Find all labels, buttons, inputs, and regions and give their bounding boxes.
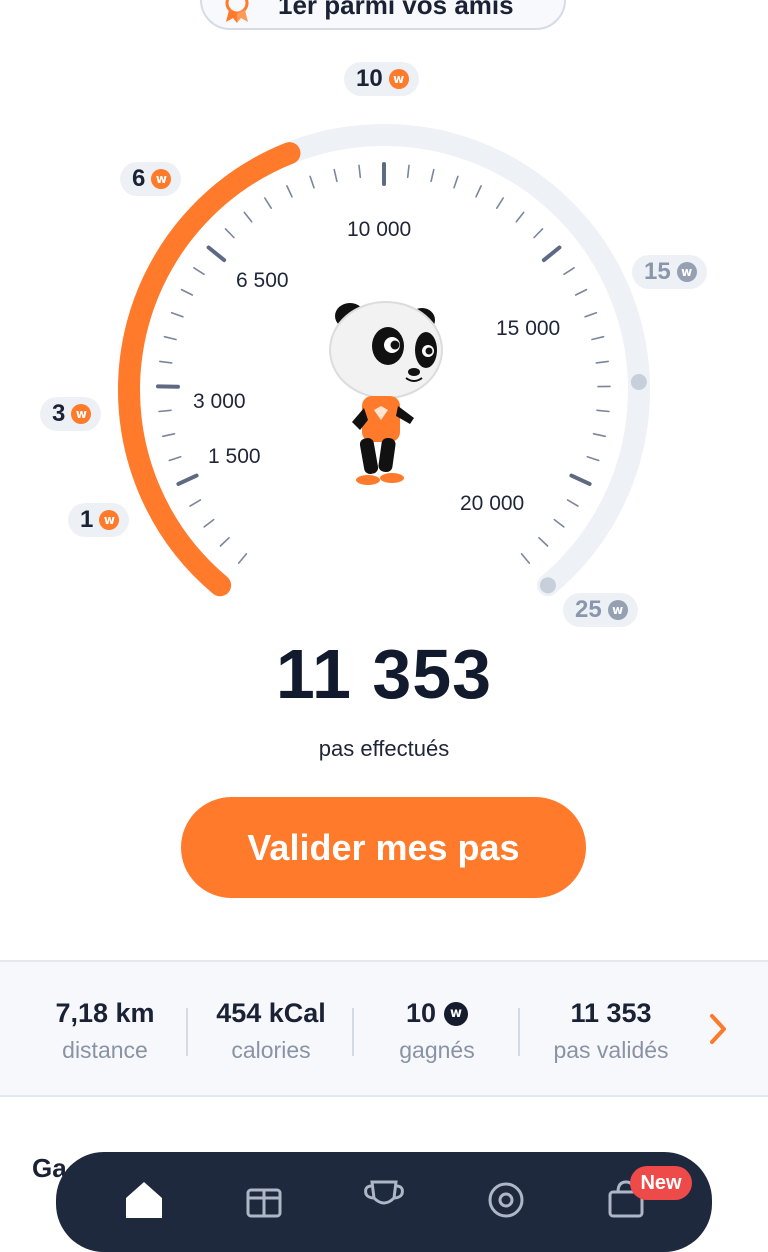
gauge-minor-tick — [431, 170, 434, 182]
gauge-minor-tick — [534, 229, 542, 238]
gauge-minor-tick — [539, 538, 548, 546]
gauge-minor-tick — [172, 313, 183, 317]
gauge-minor-tick — [596, 361, 608, 363]
stat-divider — [518, 1008, 520, 1056]
coin-icon: w — [608, 600, 628, 620]
bottom-tab-bar — [56, 1152, 712, 1252]
gauge-major-tick — [178, 476, 196, 484]
coin-icon: w — [151, 169, 171, 189]
stats-band[interactable]: 7,18 km distance 454 kCal calories 10w g… — [0, 960, 768, 1097]
chevron-right-icon[interactable] — [704, 1012, 732, 1051]
tick-label: 3 000 — [193, 390, 246, 414]
reward-badge-6: 6 w — [120, 162, 181, 196]
tick-label: 20 000 — [460, 492, 524, 516]
gauge-minor-tick — [287, 186, 292, 197]
gauge-minor-tick — [587, 457, 598, 461]
rank-text: 1er parmi vos amis — [278, 0, 514, 21]
gauge-minor-tick — [568, 500, 578, 506]
gauge-minor-tick — [594, 434, 606, 437]
tick-label: 15 000 — [496, 317, 560, 341]
gauge-milestone-dot — [631, 374, 647, 390]
tick-label: 1 500 — [208, 445, 261, 469]
steps-label: pas effectués — [0, 736, 768, 762]
gauge-minor-tick — [163, 434, 175, 437]
friends-rank-pill[interactable]: 1er parmi vos amis — [200, 0, 566, 30]
gauge-minor-tick — [159, 410, 171, 411]
stat-earned: 10w gagnés — [372, 998, 502, 1064]
reward-badge-10: 10 w — [344, 62, 419, 96]
gauge-minor-tick — [182, 290, 193, 295]
gauge-minor-tick — [522, 554, 530, 563]
reward-badge-25: 25 w — [563, 593, 638, 627]
gauge-minor-tick — [265, 198, 271, 208]
validate-steps-button[interactable]: Valider mes pas — [181, 797, 586, 898]
stat-calories: 454 kCal calories — [204, 998, 338, 1064]
reward-badge-15: 15 w — [632, 255, 707, 289]
coin-icon: w — [677, 262, 697, 282]
tick-label: 10 000 — [347, 218, 411, 242]
gauge-major-tick — [571, 476, 589, 484]
reward-badge-1: 1 w — [68, 503, 129, 537]
stat-validated-steps: 11 353 pas validés — [540, 998, 682, 1064]
gauge-minor-tick — [194, 268, 204, 275]
gauge-minor-tick — [454, 176, 458, 187]
gauge-minor-tick — [160, 361, 172, 363]
gauge-minor-tick — [239, 554, 247, 563]
gauge-minor-tick — [169, 457, 180, 461]
gauge-minor-tick — [497, 198, 503, 208]
stat-distance: 7,18 km distance — [40, 998, 170, 1064]
gauge-minor-tick — [204, 520, 214, 527]
reward-badge-3: 3 w — [40, 397, 101, 431]
gauge-minor-tick — [244, 212, 251, 221]
new-badge: New — [630, 1166, 692, 1200]
gauge-minor-tick — [592, 337, 604, 340]
gauge-minor-tick — [585, 313, 596, 317]
gauge-minor-tick — [408, 165, 409, 177]
stat-divider — [186, 1008, 188, 1056]
panda-mascot-illustration — [328, 298, 444, 490]
gauge-minor-tick — [164, 337, 176, 340]
gift-icon[interactable] — [242, 1178, 286, 1223]
gauge-minor-tick — [190, 500, 200, 506]
coin-icon: w — [444, 1002, 468, 1026]
home-icon[interactable] — [122, 1178, 166, 1223]
gauge-minor-tick — [226, 229, 234, 238]
medal-icon — [220, 0, 254, 29]
coin-icon: w — [99, 510, 119, 530]
target-icon[interactable] — [484, 1178, 528, 1223]
gauge-minor-tick — [220, 538, 229, 546]
gauge-minor-tick — [334, 170, 337, 182]
tick-label: 6 500 — [236, 269, 289, 293]
stat-divider — [352, 1008, 354, 1056]
gauge-minor-tick — [516, 212, 523, 221]
coin-icon: w — [71, 404, 91, 424]
gauge-milestone-dot — [540, 577, 556, 593]
gauge-major-tick — [209, 248, 225, 261]
gauge-minor-tick — [310, 176, 314, 187]
gauge-minor-tick — [359, 165, 360, 177]
gauge-minor-tick — [554, 520, 564, 527]
trophy-icon[interactable] — [362, 1178, 406, 1223]
gauge-minor-tick — [476, 186, 481, 197]
gauge-major-tick — [544, 248, 560, 261]
gauge-minor-tick — [564, 268, 574, 275]
gauge-minor-tick — [576, 290, 587, 295]
coin-icon: w — [389, 69, 409, 89]
steps-count: 11 353 — [0, 634, 768, 714]
gauge-minor-tick — [597, 410, 609, 411]
gauge-progress — [129, 153, 290, 585]
